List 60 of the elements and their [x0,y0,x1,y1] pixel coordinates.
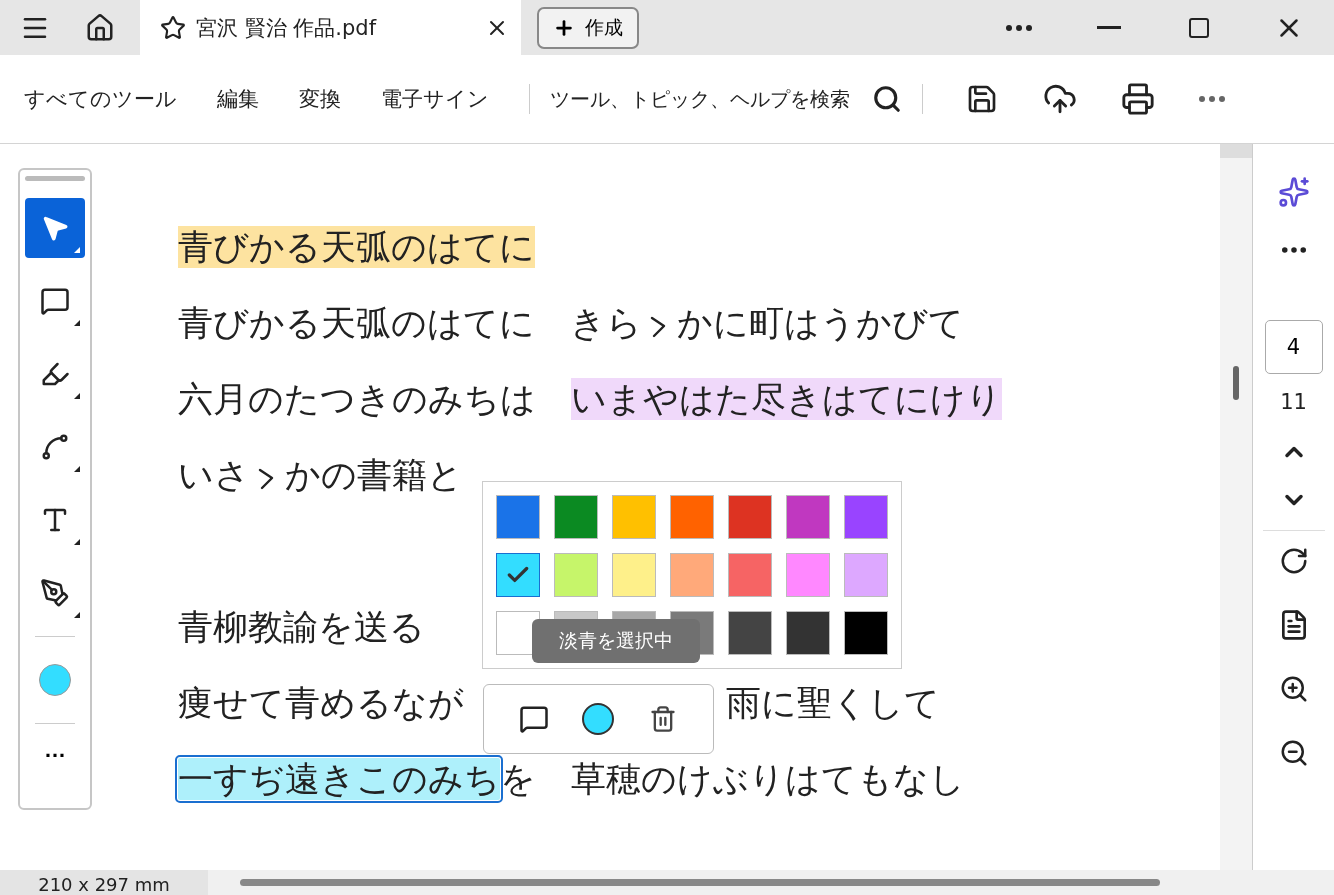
color-swatch[interactable] [612,553,656,597]
more-icon [1281,247,1306,253]
color-swatch[interactable] [554,495,598,539]
color-swatch[interactable] [728,495,772,539]
pen-icon [40,578,70,608]
home-icon [85,12,115,43]
color-swatch[interactable] [786,495,830,539]
poem-line: 雨に聖くして [726,682,940,724]
save-icon [966,83,998,115]
highlighted-text: 一すぢ遠きこのみち [178,758,500,800]
menu-item[interactable]: 電子サイン [381,85,489,113]
page-total: 11 [1280,390,1307,414]
color-swatch[interactable] [670,553,714,597]
color-swatch[interactable] [786,553,830,597]
create-button[interactable]: 作成 [537,6,639,49]
search-icon [872,84,902,114]
cloud-upload-icon [1043,82,1077,116]
color-swatch[interactable] [554,553,598,597]
color-swatch[interactable] [496,495,540,539]
color-swatch[interactable] [612,495,656,539]
color-swatch[interactable] [496,553,540,597]
poem-line: 青びかる天弧のはてに きら [178,302,642,344]
more-icon [1006,24,1032,31]
star-icon[interactable] [160,14,186,41]
color-swatch[interactable] [728,611,772,655]
poem-line: を 草穂のけぶりはてもなし [500,758,965,800]
maximize-icon [1187,15,1211,40]
color-swatch[interactable] [844,495,888,539]
poem-line: いさ [178,454,250,496]
comment-icon [518,704,549,734]
more-tools-button[interactable]: … [44,737,66,763]
page-size-status: 210 x 297 mm [0,870,208,895]
printer-icon [1121,82,1155,116]
minimize-icon [1097,26,1121,29]
color-dot[interactable] [39,664,71,696]
color-swatch[interactable] [844,553,888,597]
color-swatch[interactable] [670,495,714,539]
color-swatch[interactable] [786,611,830,655]
poem-line: 六月のたつきのみちは [178,378,537,420]
tab-title: 宮沢 賢治 作品.pdf [196,14,378,42]
tooltip: 淡青を選択中 [532,619,700,663]
highlighted-text: いまやはた尽きはてにけり [571,378,1002,420]
sparkle-icon [1277,176,1310,208]
menu-item[interactable]: 編集 [217,85,259,113]
curve-icon [40,432,70,462]
color-dot[interactable] [582,703,615,735]
poem-line: かの書籍と [285,454,463,496]
menu-item[interactable]: すべてのツール [24,85,177,113]
poem-title: 青柳教諭を送る [178,606,425,648]
page-number-field[interactable]: 4 [1264,320,1323,374]
color-swatch[interactable] [728,553,772,597]
vertical-scrollbar[interactable] [1220,144,1252,870]
more-icon [1199,96,1225,102]
poem-line: かに町はうかびて [677,302,964,344]
comment-icon [40,286,70,316]
color-swatch[interactable] [844,611,888,655]
menu-item[interactable]: 変換 [299,85,341,113]
highlighted-text: 青びかる天弧のはてに [178,226,535,268]
document-tab[interactable]: 宮沢 賢治 作品.pdf [140,0,521,55]
poem-line: 痩せて青めるなが [178,682,464,724]
